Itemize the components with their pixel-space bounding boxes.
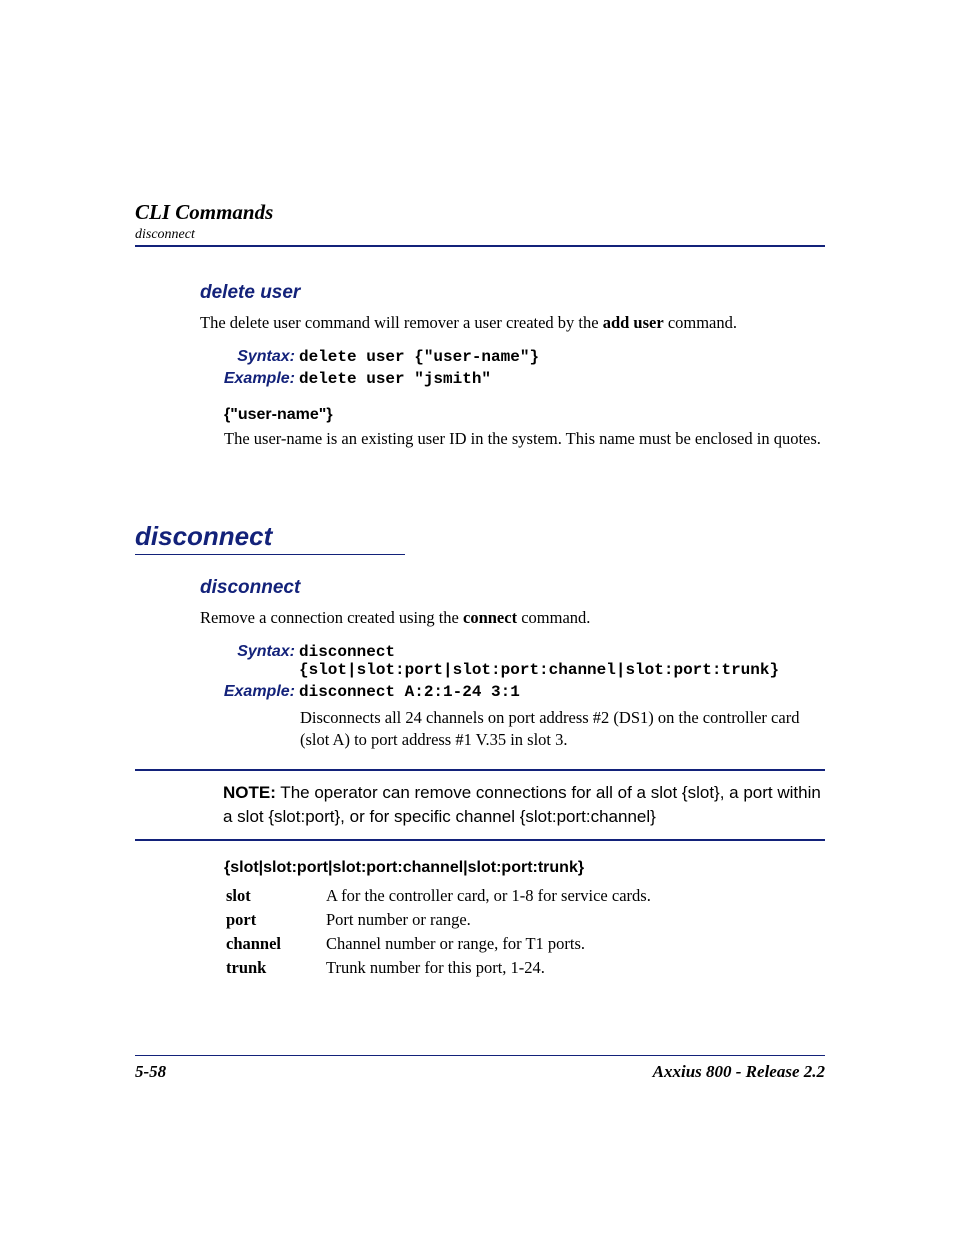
param-key: channel bbox=[226, 933, 324, 955]
note-body: The operator can remove connections for … bbox=[223, 783, 821, 826]
syntax-code: delete user {"user-name"} bbox=[299, 348, 539, 366]
param-user-name-desc: The user-name is an existing user ID in … bbox=[224, 428, 825, 450]
body-column: delete user The delete user command will… bbox=[200, 282, 825, 981]
syntax-row: Syntax: disconnect {slot|slot:port|slot:… bbox=[200, 643, 825, 679]
note-label: NOTE: bbox=[223, 783, 276, 802]
example-label: Example: bbox=[200, 683, 295, 701]
param-desc: Trunk number for this port, 1-24. bbox=[326, 957, 651, 979]
heading-disconnect-h3: disconnect bbox=[200, 577, 825, 599]
syntax-label: Syntax: bbox=[200, 643, 295, 661]
heading-disconnect-h2: disconnect bbox=[135, 521, 825, 552]
table-row: slotA for the controller card, or 1-8 fo… bbox=[226, 885, 651, 907]
page-header-title: CLI Commands bbox=[135, 200, 825, 225]
bold-connect: connect bbox=[463, 608, 517, 627]
table-row: portPort number or range. bbox=[226, 909, 651, 931]
text: Remove a connection created using the bbox=[200, 608, 463, 627]
syntax-code: disconnect {slot|slot:port|slot:port:cha… bbox=[299, 643, 819, 679]
delete-user-intro: The delete user command will remover a u… bbox=[200, 312, 825, 334]
text: The delete user command will remover a u… bbox=[200, 313, 603, 332]
param-user-name-heading: {"user-name"} bbox=[224, 406, 825, 424]
footer-rule bbox=[135, 1055, 825, 1056]
syntax-label: Syntax: bbox=[200, 348, 295, 366]
param-addr-heading: {slot|slot:port|slot:port:channel|slot:p… bbox=[224, 859, 825, 877]
param-key: port bbox=[226, 909, 324, 931]
page-footer: Axxius 800 - Release 2.2 5-58 bbox=[135, 1055, 825, 1082]
bold-add-user: add user bbox=[603, 313, 664, 332]
h2-rule bbox=[135, 554, 405, 555]
table-row: trunkTrunk number for this port, 1-24. bbox=[226, 957, 651, 979]
note-box: NOTE: The operator can remove connection… bbox=[135, 769, 825, 841]
example-label: Example: bbox=[200, 370, 295, 388]
header-rule bbox=[135, 245, 825, 247]
note-text: NOTE: The operator can remove connection… bbox=[223, 781, 825, 829]
param-key: trunk bbox=[226, 957, 324, 979]
example-code: disconnect A:2:1-24 3:1 bbox=[299, 683, 819, 701]
example-row: Example: delete user "jsmith" bbox=[200, 370, 825, 388]
param-desc: Channel number or range, for T1 ports. bbox=[326, 933, 651, 955]
text: command. bbox=[664, 313, 737, 332]
example-code: delete user "jsmith" bbox=[299, 370, 491, 388]
param-key: slot bbox=[226, 885, 324, 907]
example-row: Example: disconnect A:2:1-24 3:1 bbox=[200, 683, 825, 701]
syntax-row: Syntax: delete user {"user-name"} bbox=[200, 348, 825, 366]
page-header-subtitle: disconnect bbox=[135, 227, 825, 243]
heading-delete-user: delete user bbox=[200, 282, 825, 304]
table-row: channelChannel number or range, for T1 p… bbox=[226, 933, 651, 955]
example-description: Disconnects all 24 channels on port addr… bbox=[300, 707, 820, 752]
param-desc: A for the controller card, or 1-8 for se… bbox=[326, 885, 651, 907]
disconnect-intro: Remove a connection created using the co… bbox=[200, 607, 825, 629]
param-table: slotA for the controller card, or 1-8 fo… bbox=[224, 883, 653, 981]
param-desc: Port number or range. bbox=[326, 909, 651, 931]
page-content: CLI Commands disconnect delete user The … bbox=[135, 200, 825, 981]
text: command. bbox=[517, 608, 590, 627]
section-disconnect: disconnect bbox=[135, 521, 825, 555]
disconnect-body: disconnect Remove a connection created u… bbox=[200, 577, 825, 981]
footer-right: Axxius 800 - Release 2.2 bbox=[653, 1062, 825, 1082]
